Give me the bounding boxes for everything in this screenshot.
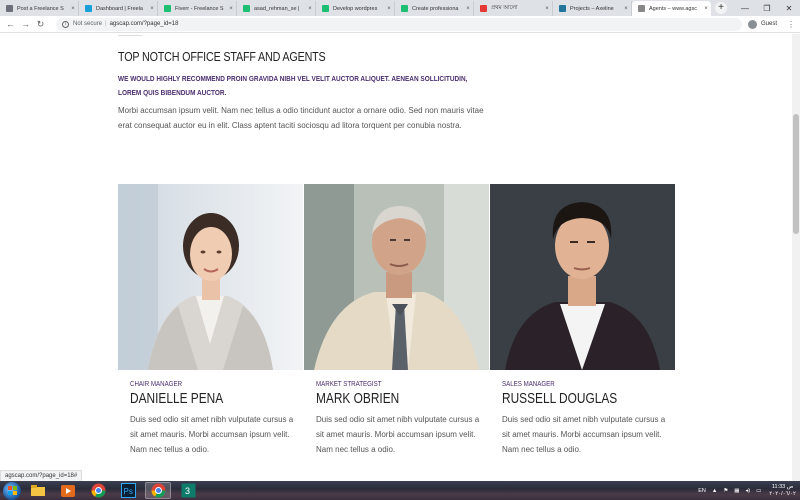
agent-card: SALES MANAGER RUSSELL DOUGLAS Duis sed o… [490,184,675,457]
address-separator: | [105,21,107,27]
media-player-icon[interactable] [55,482,81,499]
taskbar: Ps 3 EN ▲ ⚑ ▦ ◂) ▭ 11:33 ص ٢٠٢٠/٠٦/٠٢ [0,481,800,500]
file-explorer-icon[interactable] [25,482,51,499]
tab-label: Dashboard | Freela [96,5,143,12]
back-arrow-icon[interactable]: ← [3,17,18,32]
clock-time: 11:33 ص [771,483,794,490]
menu-dots-icon[interactable]: ⋮ [787,20,795,29]
agent-role: SALES MANAGER [502,381,555,388]
agent-photo[interactable] [118,184,303,370]
tab-favicon-icon [164,5,171,12]
agent-card: MARKET STRATEGIST MARK OBRIEN Duis sed o… [304,184,489,457]
agent-photo[interactable] [304,184,489,370]
new-tab-button[interactable]: + [715,2,727,14]
profile-label: Guest [761,21,778,27]
svg-text:3: 3 [185,486,190,496]
tab-favicon-icon [638,5,645,12]
tab-favicon-icon [85,5,92,12]
url-text[interactable]: agscap.com/?page_id=18 [110,21,179,27]
agent-name[interactable]: MARK OBRIEN [316,391,458,407]
start-button[interactable] [3,481,21,500]
info-icon[interactable]: i [62,20,69,28]
agent-photo[interactable] [490,184,675,370]
maximize-icon[interactable]: ❐ [756,0,778,16]
chrome-icon[interactable] [85,482,111,499]
clock[interactable]: 11:33 ص ٢٠٢٠/٠٦/٠٢ [769,484,796,498]
app-icon[interactable]: 3 [175,482,201,499]
browser-toolbar: ← → ↻ i Not secure | agscap.com/?page_id… [0,16,800,33]
avatar-icon [748,19,757,29]
address-bar[interactable]: i Not secure | agscap.com/?page_id=18 [56,17,742,31]
tab-favicon-icon [322,5,329,12]
tab-label: asad_rehman_se | [254,5,300,12]
page-scrollbar[interactable] [792,34,800,481]
browser-tab[interactable]: Create professiona × [395,1,474,16]
agent-bio: Duis sed odio sit amet nibh vulputate cu… [130,415,294,454]
browser-tab[interactable]: Dashboard | Freela × [79,1,158,16]
tab-close-icon[interactable]: × [701,6,711,12]
chevron-up-icon[interactable]: ▲ [712,488,717,494]
agent-name[interactable]: DANIELLE PENA [130,391,272,407]
page-subheading: WE WOULD HIGHLY RECOMMEND PROIN GRAVIDA … [118,74,468,97]
browser-tab[interactable]: Develop wordpres × [316,1,395,16]
tab-favicon-icon [243,5,250,12]
page-content: TOP NOTCH OFFICE STAFF AND AGENTS WE WOU… [0,34,800,481]
photoshop-icon[interactable]: Ps [115,482,141,499]
tab-favicon-icon [480,5,487,12]
tab-close-icon[interactable]: × [68,6,78,12]
volume-icon[interactable]: ◂) [746,488,751,494]
profile-button[interactable]: Guest [748,19,778,29]
agent-name[interactable]: RUSSELL DOUGLAS [502,391,644,407]
tab-close-icon[interactable]: × [384,6,394,12]
browser-tab[interactable]: Post a Freelance S × [0,1,79,16]
system-tray: EN ▲ ⚑ ▦ ◂) ▭ 11:33 ص ٢٠٢٠/٠٦/٠٢ [692,481,796,500]
svg-text:Ps: Ps [123,487,132,496]
network-icon[interactable]: ▦ [734,488,739,494]
clock-date: ٢٠٢٠/٠٦/٠٢ [769,490,796,497]
language-indicator[interactable]: EN [698,488,706,494]
flag-icon[interactable]: ⚑ [723,488,728,494]
tab-label: Projects – Axeline [570,5,614,12]
browser-tab[interactable]: প্রথম আলো × [474,1,553,16]
tab-favicon-icon [559,5,566,12]
tab-favicon-icon [6,5,13,12]
browser-tab-strip: Post a Freelance S × Dashboard | Freela × Fi… [0,0,800,16]
agents-grid: CHAIR MANAGER DANIELLE PENA Duis sed odi… [118,184,675,457]
divider [118,35,142,36]
tab-label: প্রথম আলো [491,4,518,11]
scrollbar-thumb[interactable] [793,114,799,234]
tab-close-icon[interactable]: × [621,6,631,12]
agent-bio: Duis sed odio sit amet nibh vulputate cu… [502,415,666,454]
tab-favicon-icon [401,5,408,12]
tab-close-icon[interactable]: × [147,6,157,12]
close-window-icon[interactable]: ✕ [778,0,800,16]
tab-label: Fiverr - Freelance S [175,5,224,12]
tab-close-icon[interactable]: × [226,6,236,12]
window-controls: — ❐ ✕ [734,0,800,16]
action-center-icon[interactable]: ▭ [756,488,761,494]
agent-role: CHAIR MANAGER [130,381,183,388]
windows-logo-icon [7,486,17,495]
page-title: TOP NOTCH OFFICE STAFF AND AGENTS [118,50,326,64]
tab-close-icon[interactable]: × [463,6,473,12]
tab-label: Create professiona [412,5,459,12]
forward-arrow-icon[interactable]: → [18,17,33,32]
chrome-icon[interactable] [145,482,171,499]
tab-label: Post a Freelance S [17,5,64,12]
tab-close-icon[interactable]: × [542,6,552,12]
tab-label: Agents – www.agsc [649,5,697,12]
security-label: Not secure [73,21,103,27]
agent-bio: Duis sed odio sit amet nibh vulputate cu… [316,415,480,454]
browser-tab[interactable]: Agents – www.agsc × [632,1,711,16]
agent-role: MARKET STRATEGIST [316,381,382,388]
minimize-icon[interactable]: — [734,0,756,16]
intro-paragraph: Morbi accumsan ipsum velit. Nam nec tell… [118,106,484,130]
agent-card: CHAIR MANAGER DANIELLE PENA Duis sed odi… [118,184,303,457]
browser-tab[interactable]: Fiverr - Freelance S × [158,1,237,16]
tab-label: Develop wordpres [333,5,378,12]
browser-tab[interactable]: asad_rehman_se | × [237,1,316,16]
tab-close-icon[interactable]: × [305,6,315,12]
reload-icon[interactable]: ↻ [33,17,48,32]
browser-tab[interactable]: Projects – Axeline × [553,1,632,16]
